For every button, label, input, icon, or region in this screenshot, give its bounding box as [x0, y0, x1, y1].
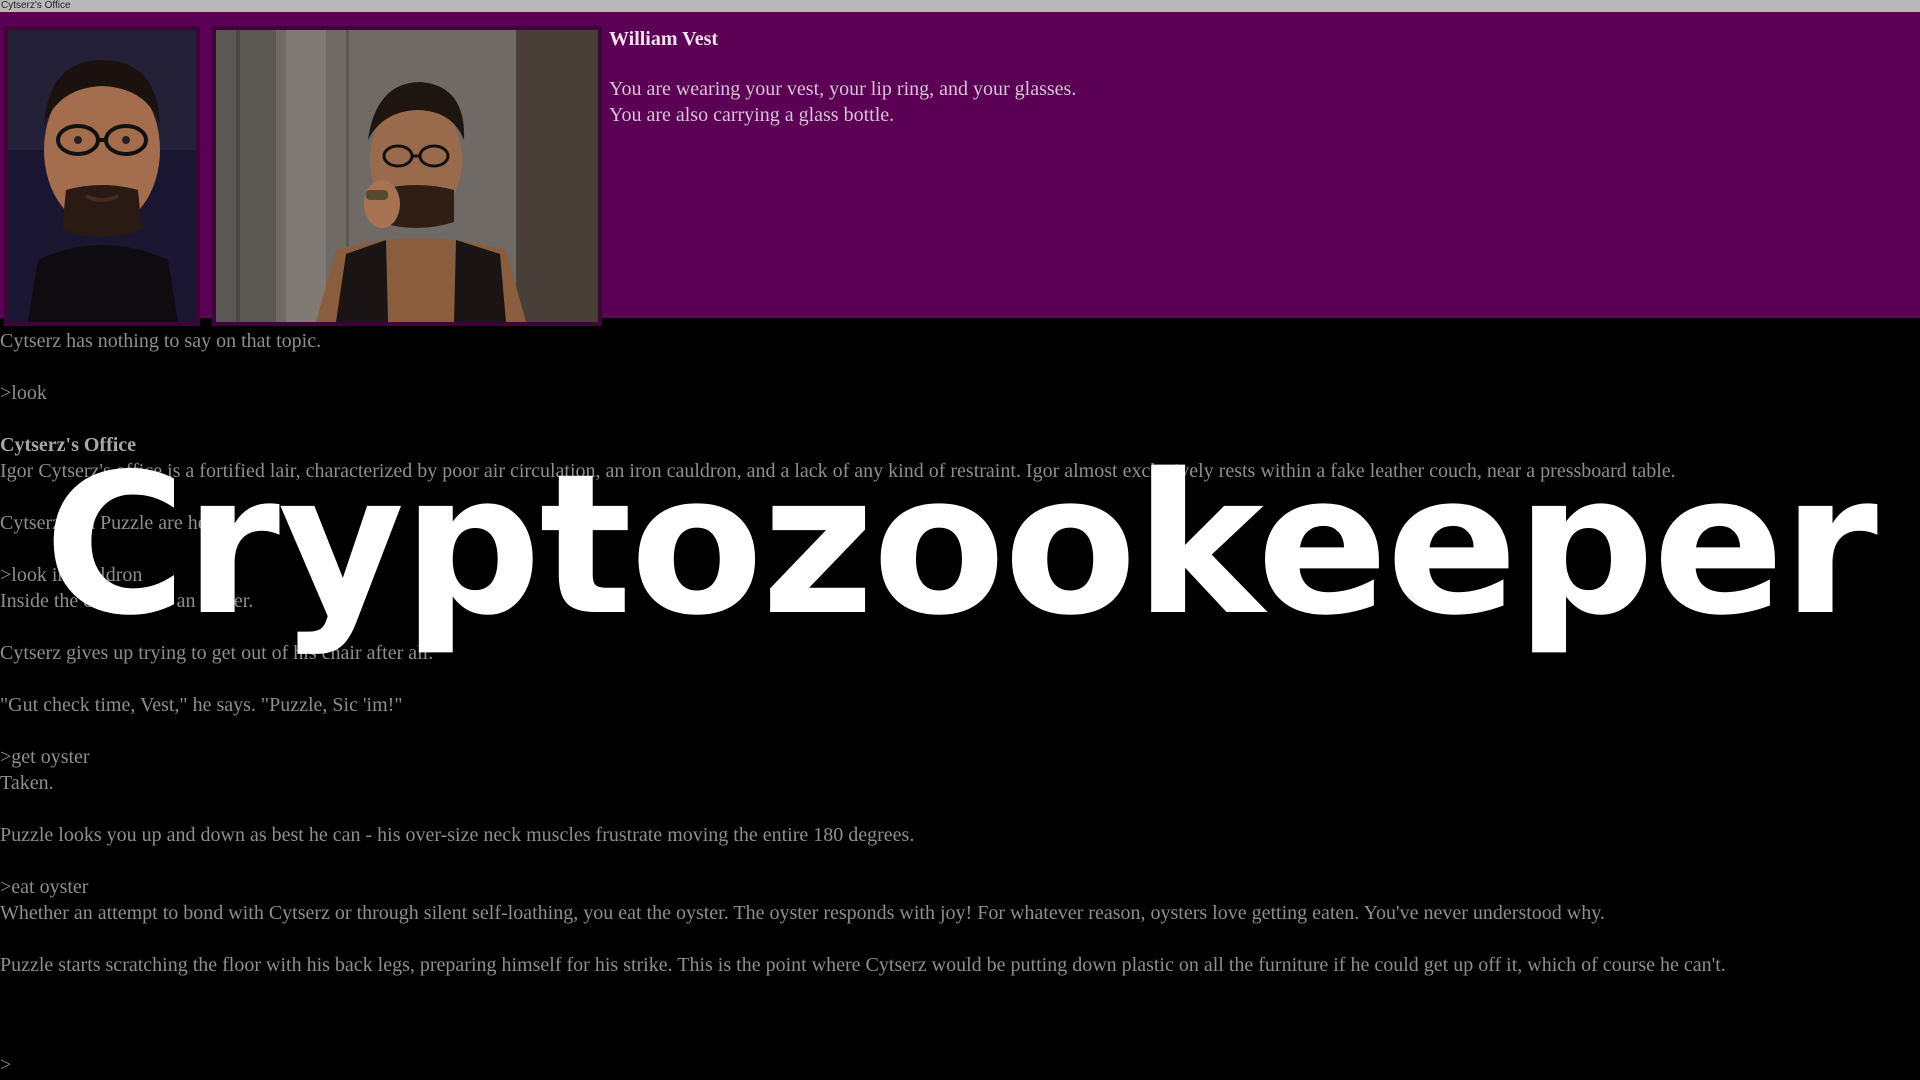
- status-line-wearing: You are wearing your vest, your lip ring…: [609, 78, 1077, 100]
- status-text: William Vest You are wearing your vest, …: [609, 26, 1076, 128]
- window-title: Cytserz's Office: [1, 0, 71, 11]
- william-vest-portrait-image: [216, 30, 598, 322]
- command-block: >get oyster Taken.: [0, 744, 1915, 796]
- cytserz-portrait: [4, 26, 200, 326]
- status-line-carrying: You are also carrying a glass bottle.: [609, 104, 895, 126]
- transcript-text: Puzzle looks you up and down as best he …: [0, 824, 915, 846]
- game-title-overlay: Cryptozookeeper: [44, 432, 1878, 658]
- command-response: Taken.: [0, 772, 54, 794]
- command-prompt[interactable]: >: [0, 1052, 11, 1078]
- cytserz-portrait-image: [8, 30, 196, 322]
- command-response: Whether an attempt to bond with Cytserz …: [0, 902, 1605, 924]
- command-block: >eat oyster Whether an attempt to bond w…: [0, 874, 1915, 926]
- transcript-text: "Gut check time, Vest," he says. "Puzzle…: [0, 694, 403, 716]
- player-name: William Vest: [609, 28, 719, 50]
- window-title-bar: Cytserz's Office: [0, 0, 1920, 12]
- transcript-text: Puzzle starts scratching the floor with …: [0, 954, 1726, 976]
- game-screen: Cytserz's Office William Vest You are we…: [0, 0, 1920, 1080]
- player-command: >look: [0, 382, 47, 404]
- player-command: >get oyster: [0, 746, 90, 768]
- transcript-text: Cytserz has nothing to say on that topic…: [0, 330, 322, 352]
- william-vest-portrait: [212, 26, 602, 326]
- player-command: >eat oyster: [0, 876, 89, 898]
- status-panel: William Vest You are wearing your vest, …: [0, 12, 1920, 326]
